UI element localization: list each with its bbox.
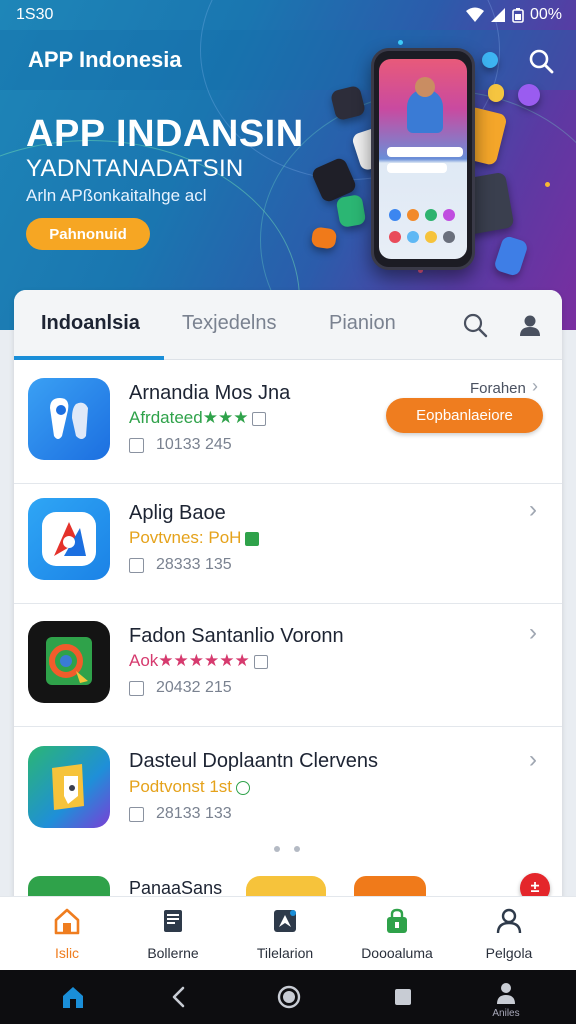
app-rating: Afrdateed★★★ [129,408,267,428]
app-download-count: 28333 135 [129,556,232,574]
battery-percent: 00% [529,6,562,23]
book-icon [164,910,182,932]
search-icon[interactable] [462,312,488,338]
app-name: Dasteul Doplaantn Clervens [129,750,379,772]
battery-icon [512,8,524,23]
floating-app-icon [518,84,540,106]
phone-illustration [371,48,475,270]
home-circle-icon[interactable] [276,984,302,1010]
nav-label: Bollerne [147,945,199,961]
app-icon [28,498,110,580]
tab-indonesia[interactable]: Indoanlsia [41,312,140,335]
row-action-label[interactable]: Forahen [470,380,526,397]
compass-icon [274,910,296,932]
download-icon [129,437,144,453]
badge-icon [245,531,260,546]
hero-banner: 1S30 00% APP Indonesia APP INDANSIN YADN… [0,0,576,330]
app-name: Fadon Santanlio Voronn [129,625,344,647]
app-subtitle: Aok★★★★★★ [129,651,250,670]
status-bar: 1S30 00% [0,0,576,30]
bottom-navigation: Islic Bollerne Tilelarion Doooaluma Pelg… [0,896,576,970]
app-subtitle: Afrdateed★★★ [129,408,249,427]
floating-app-icon [310,226,338,250]
download-icon [129,806,144,822]
app-icon [28,746,110,828]
badge-icon [236,780,251,795]
floating-app-icon [482,52,498,68]
nav-home[interactable]: Islic [12,897,122,971]
system-account-label: Aniles [492,1008,520,1019]
app-download-count: 20432 215 [129,679,232,697]
profile-icon[interactable] [517,312,543,338]
count-value: 28133 133 [156,805,232,822]
app-list-item[interactable] [14,603,562,727]
floating-app-icon [335,193,367,229]
sparkle-decor [545,182,550,187]
count-value: 10133 245 [156,436,232,453]
tab-bar: Indoanlsia Texjedelns Pianion [14,290,562,360]
chevron-right-icon[interactable]: › [532,376,538,397]
person-icon [496,908,522,934]
nav-label: Islic [54,945,80,961]
lock-bag-icon [387,908,407,933]
tab-texjedelns[interactable]: Texjedelns [182,312,277,335]
pagination-dots [274,846,300,852]
nav-downloads[interactable]: Doooaluma [342,897,452,971]
hero-title: APP INDANSIN [26,113,304,155]
badge-icon [252,411,267,426]
app-icon [28,621,110,703]
system-navigation-bar: Aniles [0,970,576,1024]
wifi-icon [465,7,484,22]
nav-label: Pelgola [485,945,533,961]
hero-tagline: Arln APßonkaitalhge acl [26,186,207,205]
download-icon [129,680,144,696]
search-icon[interactable] [528,48,554,74]
app-download-count: 10133 245 [129,436,232,454]
recents-icon[interactable] [390,984,416,1010]
app-icon [28,378,110,460]
home-icon[interactable] [60,984,86,1010]
app-subtitle: Povtvnes: PoH [129,528,242,547]
nav-profile[interactable]: Pelgola [454,897,564,971]
app-rating: Povtvnes: PoH [129,528,260,548]
app-name: Arnandia Mos Jna [129,382,291,404]
app-list-card: Indoanlsia Texjedelns Pianion Arnandia M… [14,290,562,910]
nav-label: Doooaluma [361,945,433,961]
account-icon[interactable] [493,980,519,1006]
count-value: 28333 135 [156,556,232,573]
home-icon [54,908,80,935]
app-download-count: 28133 133 [129,805,232,823]
count-value: 20432 215 [156,679,232,696]
app-title: APP Indonesia [28,47,182,72]
download-icon [129,557,144,573]
app-list-item[interactable] [14,480,562,604]
app-rating: Podtvonst 1st [129,777,251,797]
status-time: 1S30 [16,6,54,23]
hero-subtitle: YADNTANADATSIN [26,155,244,182]
nav-books[interactable]: Bollerne [118,897,228,971]
nav-label: Tilelarion [256,945,314,961]
app-name: Aplig Baoe [129,502,226,524]
nav-explore[interactable]: Tilelarion [230,897,340,971]
chevron-right-icon[interactable]: › [529,619,537,647]
floating-app-icon [488,84,504,102]
chevron-right-icon[interactable]: › [529,496,537,524]
signal-icon [490,8,505,22]
install-button[interactable]: Eopbanlaeiore [386,398,543,433]
tab-pianion[interactable]: Pianion [329,312,396,335]
app-subtitle: Podtvonst 1st [129,777,233,796]
badge-icon [253,654,268,669]
hero-cta-button[interactable]: Pahnonuid [26,218,150,250]
back-icon[interactable] [166,984,192,1010]
chevron-right-icon[interactable]: › [529,746,537,774]
app-rating: Aok★★★★★★ [129,651,268,671]
sparkle-decor [398,40,403,45]
